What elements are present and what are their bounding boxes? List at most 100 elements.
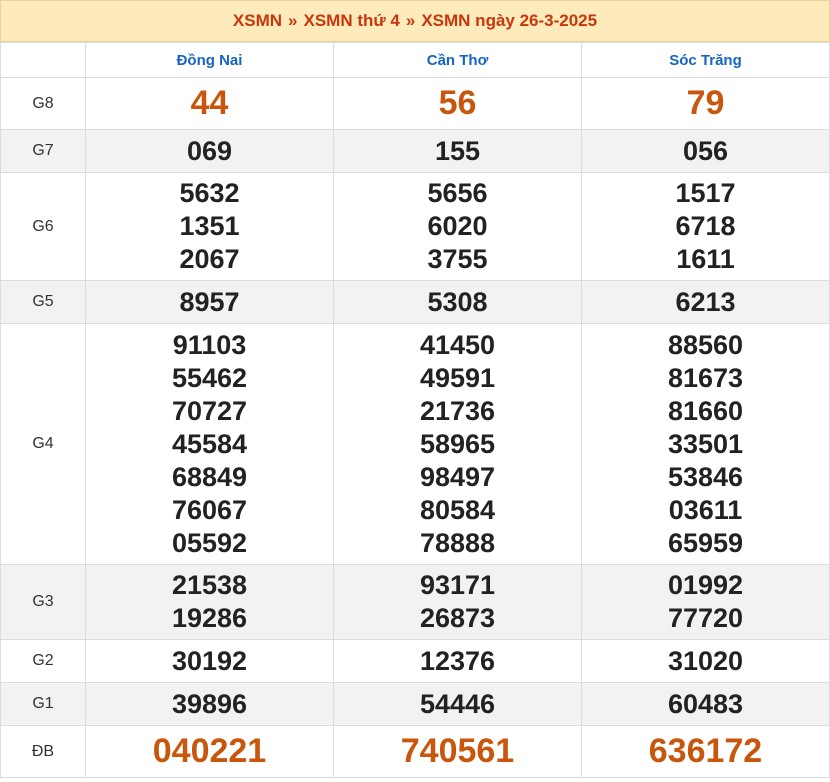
lottery-number: 1517	[675, 178, 736, 208]
lottery-number: 5308	[427, 286, 488, 317]
lottery-number: 1351	[179, 211, 240, 241]
prize-row: G6 5632 1351 2067 5656 6020 3755 1517 6718 1611	[0, 172, 830, 281]
lottery-number: 98497	[419, 461, 496, 492]
prize-cell: 60483	[581, 682, 830, 726]
lottery-number: 155	[434, 135, 481, 166]
prize-cell: 30192	[85, 639, 334, 683]
results-table: Đồng Nai Cần Thơ Sóc Trăng G8 44 56 79 G7 069…	[0, 42, 830, 778]
prize-row: G2 30192 12376 31020	[0, 639, 830, 683]
prize-cell: 91103 55462 70727 45584 68849 76067 05592	[85, 323, 334, 565]
lottery-number: 21736	[419, 395, 496, 426]
lottery-number: 70727	[171, 395, 248, 426]
prize-cell: 54446	[333, 682, 582, 726]
lottery-number: 54446	[419, 688, 496, 719]
prize-row: G1 39896 54446 60483	[0, 682, 830, 726]
lottery-number: 81660	[667, 395, 744, 426]
prize-label: G2	[0, 639, 86, 683]
prize-label: G4	[0, 323, 86, 565]
prize-cell: 1517 6718 1611	[581, 172, 830, 281]
lottery-number: 069	[186, 135, 233, 166]
prize-label: G8	[0, 77, 86, 130]
lottery-number: 19286	[171, 603, 248, 633]
lottery-number: 39896	[171, 688, 248, 719]
breadcrumb-link-xsmn-date[interactable]: XSMN ngày 26-3-2025	[421, 11, 597, 31]
prize-row: G8 44 56 79	[0, 77, 830, 130]
prize-label: G5	[0, 280, 86, 324]
lottery-number: 53846	[667, 461, 744, 492]
table-header-row: Đồng Nai Cần Thơ Sóc Trăng	[0, 42, 830, 78]
prize-row: ĐB 040221 740561 636172	[0, 725, 830, 778]
breadcrumb-separator: »	[405, 11, 416, 30]
lottery-number: 65959	[667, 527, 744, 558]
lottery-number: 88560	[667, 329, 744, 360]
prize-row: G4 91103 55462 70727 45584 68849 76067 05592 414…	[0, 323, 830, 565]
prize-cell: 155	[333, 129, 582, 173]
prize-cell: 12376	[333, 639, 582, 683]
lottery-number: 5632	[179, 178, 240, 208]
lottery-number: 6020	[427, 211, 488, 241]
lottery-number: 56	[438, 84, 477, 122]
prize-label: G6	[0, 172, 86, 281]
lottery-number: 05592	[171, 527, 248, 558]
breadcrumb: XSMN » XSMN thứ 4 » XSMN ngày 26-3-2025	[0, 0, 830, 42]
lottery-number: 79	[686, 84, 725, 122]
lottery-number: 31020	[667, 645, 744, 676]
prize-label: G7	[0, 129, 86, 173]
lottery-number: 44	[190, 84, 229, 122]
province-header[interactable]: Đồng Nai	[85, 42, 334, 78]
prize-row: G3 21538 19286 93171 26873 01992 77720	[0, 564, 830, 640]
prize-cell: 040221	[85, 725, 334, 778]
lottery-number: 91103	[172, 329, 247, 360]
prize-cell: 069	[85, 129, 334, 173]
lottery-number: 26873	[419, 603, 496, 633]
lottery-number: 636172	[648, 732, 763, 770]
lottery-number: 01992	[667, 570, 744, 600]
prize-cell: 44	[85, 77, 334, 130]
prize-cell: 79	[581, 77, 830, 130]
lottery-number: 056	[682, 135, 729, 166]
prize-cell: 056	[581, 129, 830, 173]
prize-cell: 41450 49591 21736 58965 98497 80584 78888	[333, 323, 582, 565]
prize-cell: 01992 77720	[581, 564, 830, 640]
prize-cell: 56	[333, 77, 582, 130]
header-blank	[0, 42, 86, 78]
prize-cell: 5656 6020 3755	[333, 172, 582, 281]
results-body: G8 44 56 79 G7 069 155 056 G6 5632 1351 2067 5656 602…	[0, 77, 830, 778]
lottery-number: 040221	[152, 732, 267, 770]
prize-cell: 5308	[333, 280, 582, 324]
breadcrumb-link-xsmn-thu-4[interactable]: XSMN thứ 4	[304, 11, 400, 31]
lottery-number: 45584	[171, 428, 248, 459]
lottery-number: 58965	[419, 428, 496, 459]
lottery-number: 8957	[179, 286, 240, 317]
prize-label: G1	[0, 682, 86, 726]
prize-cell: 93171 26873	[333, 564, 582, 640]
lottery-number: 740561	[400, 732, 515, 770]
prize-row: G5 8957 5308 6213	[0, 280, 830, 324]
lottery-number: 60483	[667, 688, 744, 719]
lottery-number: 55462	[171, 362, 248, 393]
lottery-number: 77720	[667, 603, 744, 633]
lottery-number: 68849	[171, 461, 248, 492]
lottery-number: 80584	[419, 494, 496, 525]
prize-cell: 88560 81673 81660 33501 53846 03611 65959	[581, 323, 830, 565]
lottery-number: 2067	[179, 244, 240, 274]
province-header[interactable]: Sóc Trăng	[581, 42, 830, 78]
breadcrumb-link-xsmn[interactable]: XSMN	[233, 11, 282, 31]
lottery-number: 5656	[427, 178, 488, 208]
prize-cell: 8957	[85, 280, 334, 324]
lottery-number: 93171	[419, 570, 496, 600]
prize-row: G7 069 155 056	[0, 129, 830, 173]
lottery-number: 12376	[419, 645, 496, 676]
lottery-number: 33501	[667, 428, 744, 459]
lottery-number: 03611	[668, 494, 743, 525]
lottery-number: 41450	[419, 329, 496, 360]
lottery-number: 30192	[171, 645, 248, 676]
prize-cell: 740561	[333, 725, 582, 778]
lottery-number: 6213	[675, 286, 736, 317]
breadcrumb-separator: »	[288, 11, 298, 30]
lottery-number: 76067	[171, 494, 248, 525]
prize-cell: 636172	[581, 725, 830, 778]
province-header[interactable]: Cần Thơ	[333, 42, 582, 78]
prize-cell: 21538 19286	[85, 564, 334, 640]
prize-cell: 39896	[85, 682, 334, 726]
